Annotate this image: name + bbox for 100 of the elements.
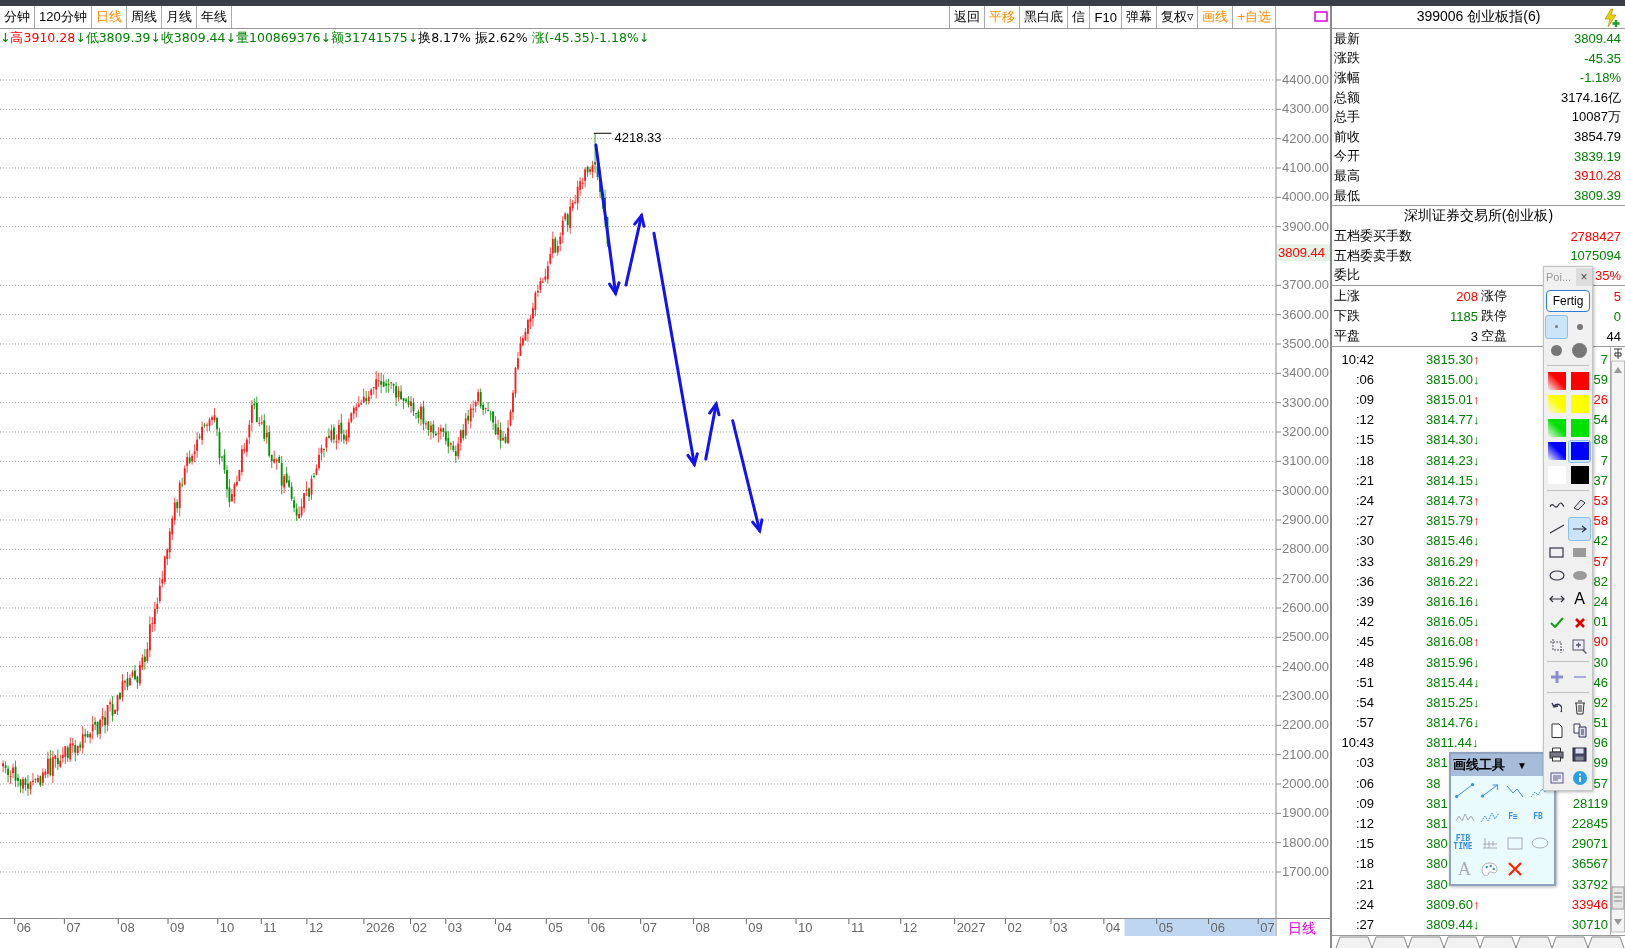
price-axis-label: 4400.00 (1282, 72, 1329, 87)
arrow-tool[interactable] (1568, 517, 1591, 541)
price-axis-label: 3500.00 (1282, 336, 1329, 351)
color-swatch[interactable] (1568, 369, 1591, 393)
pin-icon[interactable] (1613, 348, 1623, 360)
price-axis-label: 2700.00 (1282, 570, 1329, 586)
tick-volume: 42 (1593, 533, 1608, 549)
tab-strip[interactable] (1335, 936, 1625, 948)
tick-price: 381 (1426, 816, 1448, 832)
price-axis-label: 2500.00 (1282, 629, 1329, 645)
current-price-label: 3809.44 (1277, 244, 1330, 262)
price-axis-label: 2100.00 (1282, 746, 1329, 762)
tick-time: 10:42 (1340, 351, 1374, 367)
color-swatch[interactable] (1545, 416, 1568, 440)
date-axis-label: 03 (1053, 920, 1068, 935)
tick-volume: 01 (1593, 614, 1608, 630)
tick-price: 381 (1426, 795, 1448, 811)
field-value: 10087万 (1571, 108, 1621, 127)
arrow-icon (1572, 524, 1587, 533)
field-label: 跌停 (1480, 307, 1508, 326)
tick-volume: 96 (1593, 735, 1608, 751)
date-axis-label: 04 (1105, 920, 1121, 935)
field-label: 下跌 (1334, 307, 1361, 326)
ellipse-icon (1548, 570, 1565, 582)
save-icon (1572, 746, 1587, 762)
field-value: 3809.44 (1574, 31, 1621, 47)
date-axis-label: 11 (850, 920, 865, 935)
tick-price: 381 (1426, 755, 1448, 771)
price-axis-label: 3100.00 (1282, 453, 1329, 469)
date-axis-label: 07 (1260, 920, 1275, 935)
tick-volume: 90 (1593, 634, 1608, 650)
tick-volume: 51 (1593, 715, 1608, 731)
date-axis-label: 05 (1158, 920, 1174, 935)
tick-volume: 33792 (1571, 876, 1608, 892)
tick-price: 38 (1426, 775, 1441, 791)
field-label: 总额 (1334, 88, 1360, 107)
color-swatch[interactable] (1545, 463, 1568, 487)
tick-price: 3814.15↓ (1426, 472, 1480, 488)
date-axis-label: 07 (66, 920, 81, 935)
tick-price: 3815.46↓ (1426, 533, 1480, 549)
field-value: 1075094 (1570, 248, 1621, 264)
dot-icon (1571, 341, 1588, 359)
color-swatch[interactable] (1568, 463, 1591, 487)
tick-time: :06 (1354, 775, 1374, 791)
tick-volume: 28119 (1572, 795, 1608, 811)
color-swatch[interactable] (1568, 392, 1591, 416)
curve-icon (1548, 502, 1565, 509)
field-label: 今开 (1334, 147, 1360, 166)
color-swatch[interactable] (1568, 439, 1591, 463)
text-tool[interactable]: A (1568, 587, 1591, 611)
window-mode-icon[interactable] (1314, 11, 1328, 22)
palette-title: Poi... (1545, 271, 1572, 283)
field-label: 五档委卖手数 (1334, 246, 1412, 265)
field-value: -45.35 (1584, 50, 1621, 66)
color-swatch[interactable] (1545, 369, 1568, 393)
field-value: 3 (1470, 328, 1478, 344)
tick-time: 10:43 (1340, 735, 1374, 751)
dot-icon (1550, 343, 1563, 357)
date-axis-label: 04 (497, 920, 512, 935)
tick-price: 3815.01↑ (1426, 392, 1480, 408)
scrollbar[interactable] (1611, 360, 1625, 933)
tick-volume: 92 (1593, 694, 1608, 710)
copy-icon (1572, 723, 1587, 739)
date-axis-label: 05 (548, 920, 563, 935)
price-axis-label: 3400.00 (1282, 365, 1329, 381)
price-axis-label: 4200.00 (1282, 130, 1329, 146)
add-alert-icon[interactable] (1601, 8, 1621, 28)
tick-price: 3815.00↓ (1426, 371, 1480, 387)
tick-price: 3816.22↓ (1426, 573, 1480, 589)
dot-icon (1575, 322, 1584, 331)
minus-icon (1572, 675, 1587, 678)
dropdown-arrow[interactable]: ▼ (1517, 759, 1527, 771)
price-axis-label: 3600.00 (1282, 306, 1329, 322)
done-button[interactable]: Fertig (1546, 290, 1590, 312)
drawn-arrow (704, 400, 721, 461)
price-axis-label: 2600.00 (1282, 600, 1329, 615)
exchange-name: 深圳证券交易所(创业板) (1403, 207, 1554, 226)
date-axis-label: 12 (902, 920, 918, 935)
date-axis-label: 11 (263, 920, 277, 935)
segment-icon (1453, 782, 1476, 800)
tick-price: 3816.05↓ (1426, 614, 1480, 630)
close-button[interactable]: × (1576, 268, 1592, 286)
tick-price: 3814.23↓ (1426, 452, 1480, 468)
field-label: 总手 (1334, 108, 1360, 127)
color-swatch[interactable] (1545, 392, 1568, 416)
color-swatch[interactable] (1568, 416, 1591, 440)
dot-size-option[interactable] (1545, 315, 1568, 339)
leader-line (593, 132, 612, 134)
tick-volume: 22845 (1571, 816, 1608, 832)
price-axis-label: 2200.00 (1282, 717, 1329, 733)
tick-volume: 99 (1593, 755, 1608, 771)
tick-price: 380 (1426, 876, 1448, 892)
new-doc-icon (1550, 723, 1563, 739)
filled-ellipse-icon (1571, 570, 1588, 582)
color-swatch[interactable] (1545, 439, 1568, 463)
tick-volume: 88 (1593, 432, 1608, 448)
note-icon (1549, 771, 1564, 784)
price-axis-label: 3700.00 (1282, 277, 1329, 293)
tick-price: 3809.60↑ (1426, 896, 1480, 912)
date-axis-label: 2026 (365, 920, 395, 935)
